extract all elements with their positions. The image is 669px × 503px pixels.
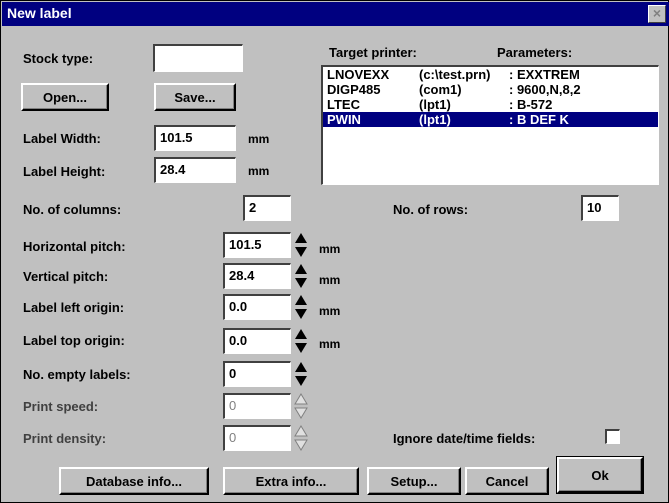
label-width-input[interactable]: 101.5 — [154, 125, 236, 151]
rows-input[interactable]: 10 — [581, 195, 619, 221]
target-printer-header: Target printer: — [329, 45, 417, 60]
printer-listbox[interactable]: LNOVEXX (c:\test.prn) : EXXTREM DIGP485 … — [321, 65, 659, 185]
ignore-datetime-label: Ignore date/time fields: — [393, 431, 536, 446]
new-label-dialog: New label × Stock type: Open... Save... … — [0, 0, 669, 503]
label-height-input[interactable]: 28.4 — [154, 157, 236, 183]
ok-button[interactable]: Ok — [556, 456, 644, 494]
printer-port: (c:\test.prn) — [419, 67, 491, 82]
printer-params: : B DEF K — [509, 112, 569, 127]
print-density-input: 0 — [223, 425, 291, 451]
close-button[interactable]: × — [648, 5, 666, 23]
printer-params: : 9600,N,8,2 — [509, 82, 581, 97]
open-button[interactable]: Open... — [21, 83, 109, 111]
top-origin-label: Label top origin: — [23, 333, 125, 348]
title-bar: New label × — [2, 2, 669, 26]
top-origin-spinner[interactable] — [294, 328, 308, 354]
label-height-label: Label Height: — [23, 164, 106, 179]
spin-arrows-icon — [295, 295, 307, 319]
printer-row[interactable]: LTEC (lpt1) : B-572 — [323, 97, 658, 112]
printer-row[interactable]: DIGP485 (com1) : 9600,N,8,2 — [323, 82, 658, 97]
save-button[interactable]: Save... — [154, 83, 236, 111]
cancel-button[interactable]: Cancel — [465, 467, 549, 495]
stock-type-label: Stock type: — [23, 51, 94, 66]
label-width-unit: mm — [248, 132, 270, 146]
print-speed-label: Print speed: — [23, 399, 99, 414]
empty-labels-spinner[interactable] — [294, 361, 308, 387]
printer-port: (com1) — [419, 82, 462, 97]
spin-arrows-icon — [295, 362, 307, 386]
columns-input[interactable]: 2 — [243, 195, 291, 221]
left-origin-unit: mm — [319, 304, 341, 318]
printer-params: : B-572 — [509, 97, 553, 112]
vertical-pitch-label: Vertical pitch: — [23, 269, 109, 284]
rows-label: No. of rows: — [393, 202, 469, 217]
print-density-label: Print density: — [23, 431, 107, 446]
printer-params: : EXXTREM — [509, 67, 580, 82]
horizontal-pitch-label: Horizontal pitch: — [23, 239, 126, 254]
horizontal-pitch-unit: mm — [319, 242, 341, 256]
printer-name: LTEC — [327, 97, 360, 112]
window-title: New label — [7, 5, 72, 21]
printer-port: (lpt1) — [419, 112, 451, 127]
vertical-pitch-input[interactable]: 28.4 — [223, 263, 291, 289]
printer-row[interactable]: LNOVEXX (c:\test.prn) : EXXTREM — [323, 67, 658, 82]
extra-info-button[interactable]: Extra info... — [223, 467, 359, 495]
horizontal-pitch-spinner[interactable] — [294, 232, 308, 258]
ignore-datetime-checkbox[interactable] — [605, 429, 620, 444]
printer-row-selected[interactable]: PWIN (lpt1) : B DEF K — [323, 112, 658, 127]
printer-name: LNOVEXX — [327, 67, 390, 82]
vertical-pitch-spinner[interactable] — [294, 263, 308, 289]
empty-labels-input[interactable]: 0 — [223, 361, 291, 387]
spin-arrows-icon — [295, 264, 307, 288]
print-speed-input: 0 — [223, 393, 291, 419]
horizontal-pitch-input[interactable]: 101.5 — [223, 232, 291, 258]
empty-labels-label: No. empty labels: — [23, 367, 131, 382]
stock-type-input[interactable] — [153, 44, 243, 72]
parameters-header: Parameters: — [497, 45, 573, 60]
setup-button[interactable]: Setup... — [367, 467, 461, 495]
left-origin-label: Label left origin: — [23, 300, 125, 315]
print-density-spinner — [294, 425, 308, 451]
top-origin-unit: mm — [319, 337, 341, 351]
label-height-unit: mm — [248, 164, 270, 178]
columns-label: No. of columns: — [23, 202, 122, 217]
database-info-button[interactable]: Database info... — [59, 467, 209, 495]
print-speed-spinner — [294, 393, 308, 419]
spin-arrows-icon — [294, 425, 308, 451]
printer-name: DIGP485 — [327, 82, 381, 97]
top-origin-input[interactable]: 0.0 — [223, 328, 291, 354]
close-icon: × — [652, 5, 662, 21]
spin-arrows-icon — [294, 393, 308, 419]
left-origin-input[interactable]: 0.0 — [223, 294, 291, 320]
label-width-label: Label Width: — [23, 131, 101, 146]
spin-arrows-icon — [295, 329, 307, 353]
vertical-pitch-unit: mm — [319, 273, 341, 287]
printer-name: PWIN — [327, 112, 361, 127]
spin-arrows-icon — [295, 233, 307, 257]
printer-port: (lpt1) — [419, 97, 451, 112]
left-origin-spinner[interactable] — [294, 294, 308, 320]
